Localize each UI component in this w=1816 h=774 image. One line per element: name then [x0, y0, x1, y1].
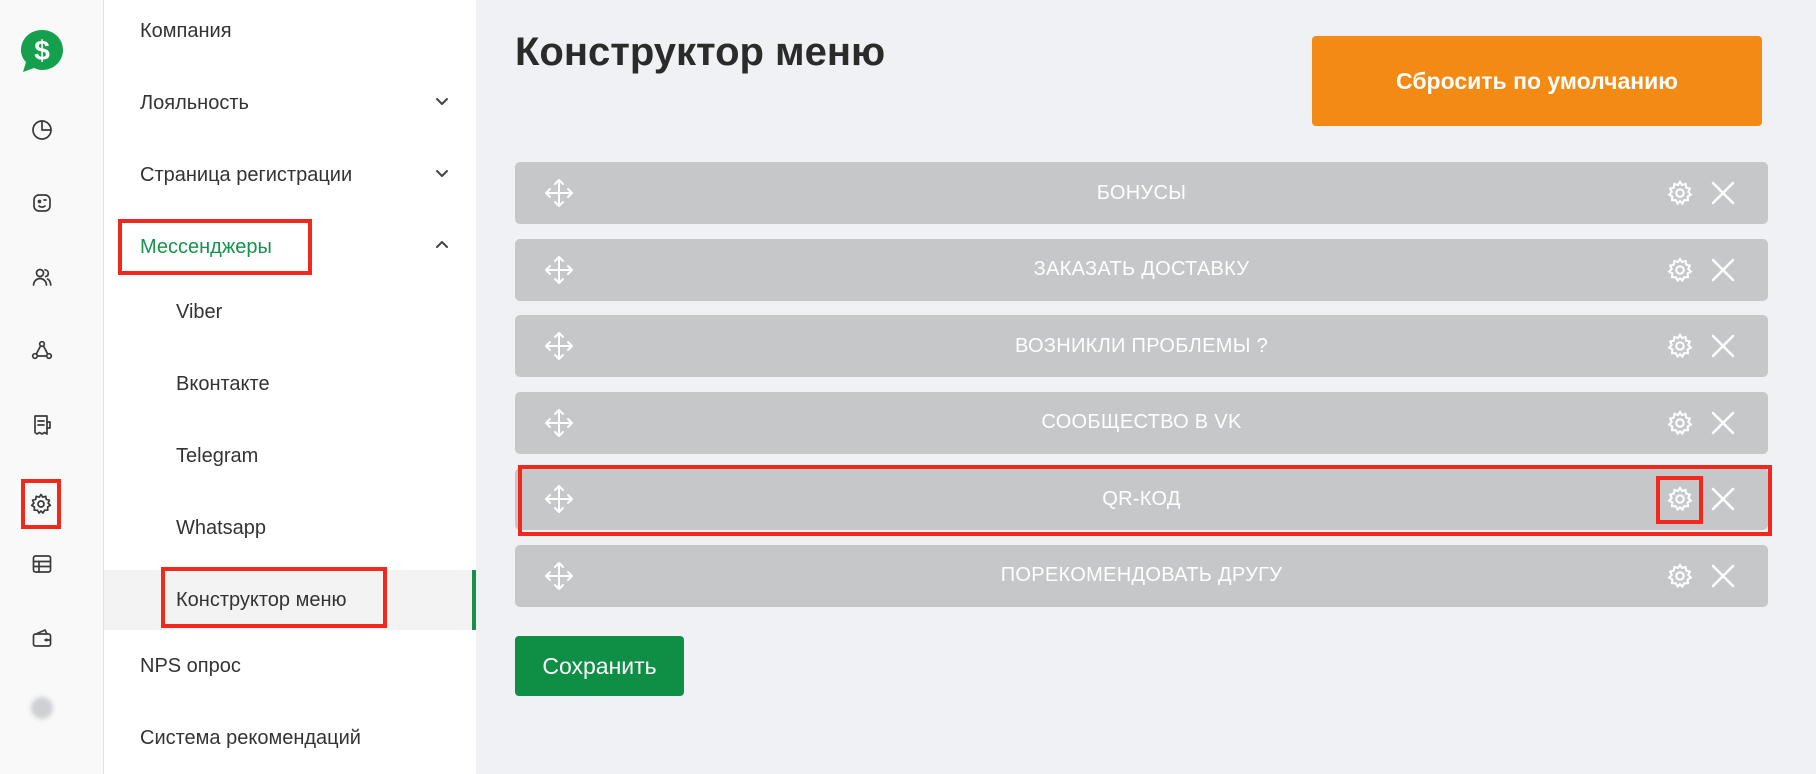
- menu-item-row[interactable]: ЗАКАЗАТЬ ДОСТАВКУ: [515, 238, 1768, 301]
- menu-items-list: БОНУСЫ ЗАКАЗАТЬ ДОСТАВКУ ВОЗНИКЛИ ПРОБЛЕ…: [515, 162, 1768, 621]
- submenu-item-label: Лояльность: [140, 91, 249, 114]
- submenu-item-referral[interactable]: Система рекомендаций: [140, 718, 361, 758]
- close-icon[interactable]: [1707, 330, 1739, 362]
- dashboard-icon[interactable]: [27, 115, 57, 145]
- chevron-down-icon[interactable]: [434, 93, 450, 109]
- save-button[interactable]: Сохранить: [515, 636, 684, 696]
- gear-icon[interactable]: [1664, 407, 1696, 439]
- wallet-icon[interactable]: [27, 623, 57, 653]
- submenu-item-vkontakte[interactable]: Вконтакте: [176, 364, 270, 404]
- chevron-up-icon[interactable]: [434, 237, 450, 253]
- network-icon[interactable]: [27, 336, 57, 366]
- drag-handle-icon[interactable]: [543, 177, 575, 209]
- submenu-item-company[interactable]: Компания: [140, 11, 232, 51]
- menu-item-label: ВОЗНИКЛИ ПРОБЛЕМЫ ?: [1014, 334, 1268, 357]
- drag-handle-icon[interactable]: [543, 330, 575, 362]
- settings-submenu: Компания Лояльность Страница регистрации…: [104, 0, 476, 774]
- settings-gear-icon[interactable]: [21, 479, 61, 529]
- gear-icon[interactable]: [1664, 177, 1696, 209]
- drag-handle-icon[interactable]: [543, 254, 575, 286]
- menu-item-label: БОНУСЫ: [1096, 181, 1187, 204]
- avatar[interactable]: [31, 697, 53, 719]
- chevron-down-icon[interactable]: [434, 165, 450, 181]
- submenu-item-telegram[interactable]: Telegram: [176, 436, 258, 476]
- menu-item-row[interactable]: БОНУСЫ: [515, 162, 1768, 224]
- dollar-chat-logo-icon[interactable]: $: [18, 27, 66, 75]
- receipt-icon[interactable]: [27, 410, 57, 440]
- table-icon[interactable]: [27, 549, 57, 579]
- highlight-qr-row: [518, 465, 1772, 536]
- menu-item-row[interactable]: ВОЗНИКЛИ ПРОБЛЕМЫ ?: [515, 315, 1768, 377]
- gear-icon[interactable]: [1664, 560, 1696, 592]
- menu-item-label: ЗАКАЗАТЬ ДОСТАВКУ: [1033, 258, 1250, 280]
- submenu-item-loyalty[interactable]: Лояльность: [140, 83, 476, 123]
- menu-item-label: ПОРЕКОМЕНДОВАТЬ ДРУГУ: [1000, 564, 1283, 586]
- users-icon[interactable]: [27, 262, 57, 292]
- gear-icon[interactable]: [1664, 330, 1696, 362]
- chat-bot-icon[interactable]: [27, 188, 57, 218]
- menu-item-label: СООБЩЕСТВО В VK: [1041, 411, 1242, 433]
- close-icon[interactable]: [1707, 560, 1739, 592]
- highlight-menu-builder: [161, 567, 387, 628]
- gear-icon[interactable]: [1664, 254, 1696, 286]
- drag-handle-icon[interactable]: [543, 407, 575, 439]
- page-title: Конструктор меню: [515, 30, 886, 74]
- submenu-item-registration[interactable]: Страница регистрации: [140, 155, 352, 195]
- drag-handle-icon[interactable]: [543, 560, 575, 592]
- main-content: Конструктор меню Сбросить по умолчанию Б…: [476, 0, 1816, 774]
- highlight-qr-settings: [1656, 476, 1703, 524]
- menu-item-row[interactable]: СООБЩЕСТВО В VK: [515, 391, 1768, 454]
- icon-rail: $: [0, 0, 104, 774]
- svg-text:$: $: [34, 35, 50, 66]
- submenu-item-nps[interactable]: NPS опрос: [140, 646, 241, 686]
- close-icon[interactable]: [1707, 254, 1739, 286]
- reset-defaults-button[interactable]: Сбросить по умолчанию: [1312, 36, 1762, 126]
- submenu-item-viber[interactable]: Viber: [176, 292, 222, 332]
- submenu-item-label: Страница регистрации: [140, 163, 353, 186]
- close-icon[interactable]: [1707, 177, 1739, 209]
- close-icon[interactable]: [1707, 407, 1739, 439]
- submenu-item-whatsapp[interactable]: Whatsapp: [176, 508, 266, 548]
- highlight-messengers: [118, 219, 312, 275]
- menu-item-row[interactable]: ПОРЕКОМЕНДОВАТЬ ДРУГУ: [515, 544, 1768, 607]
